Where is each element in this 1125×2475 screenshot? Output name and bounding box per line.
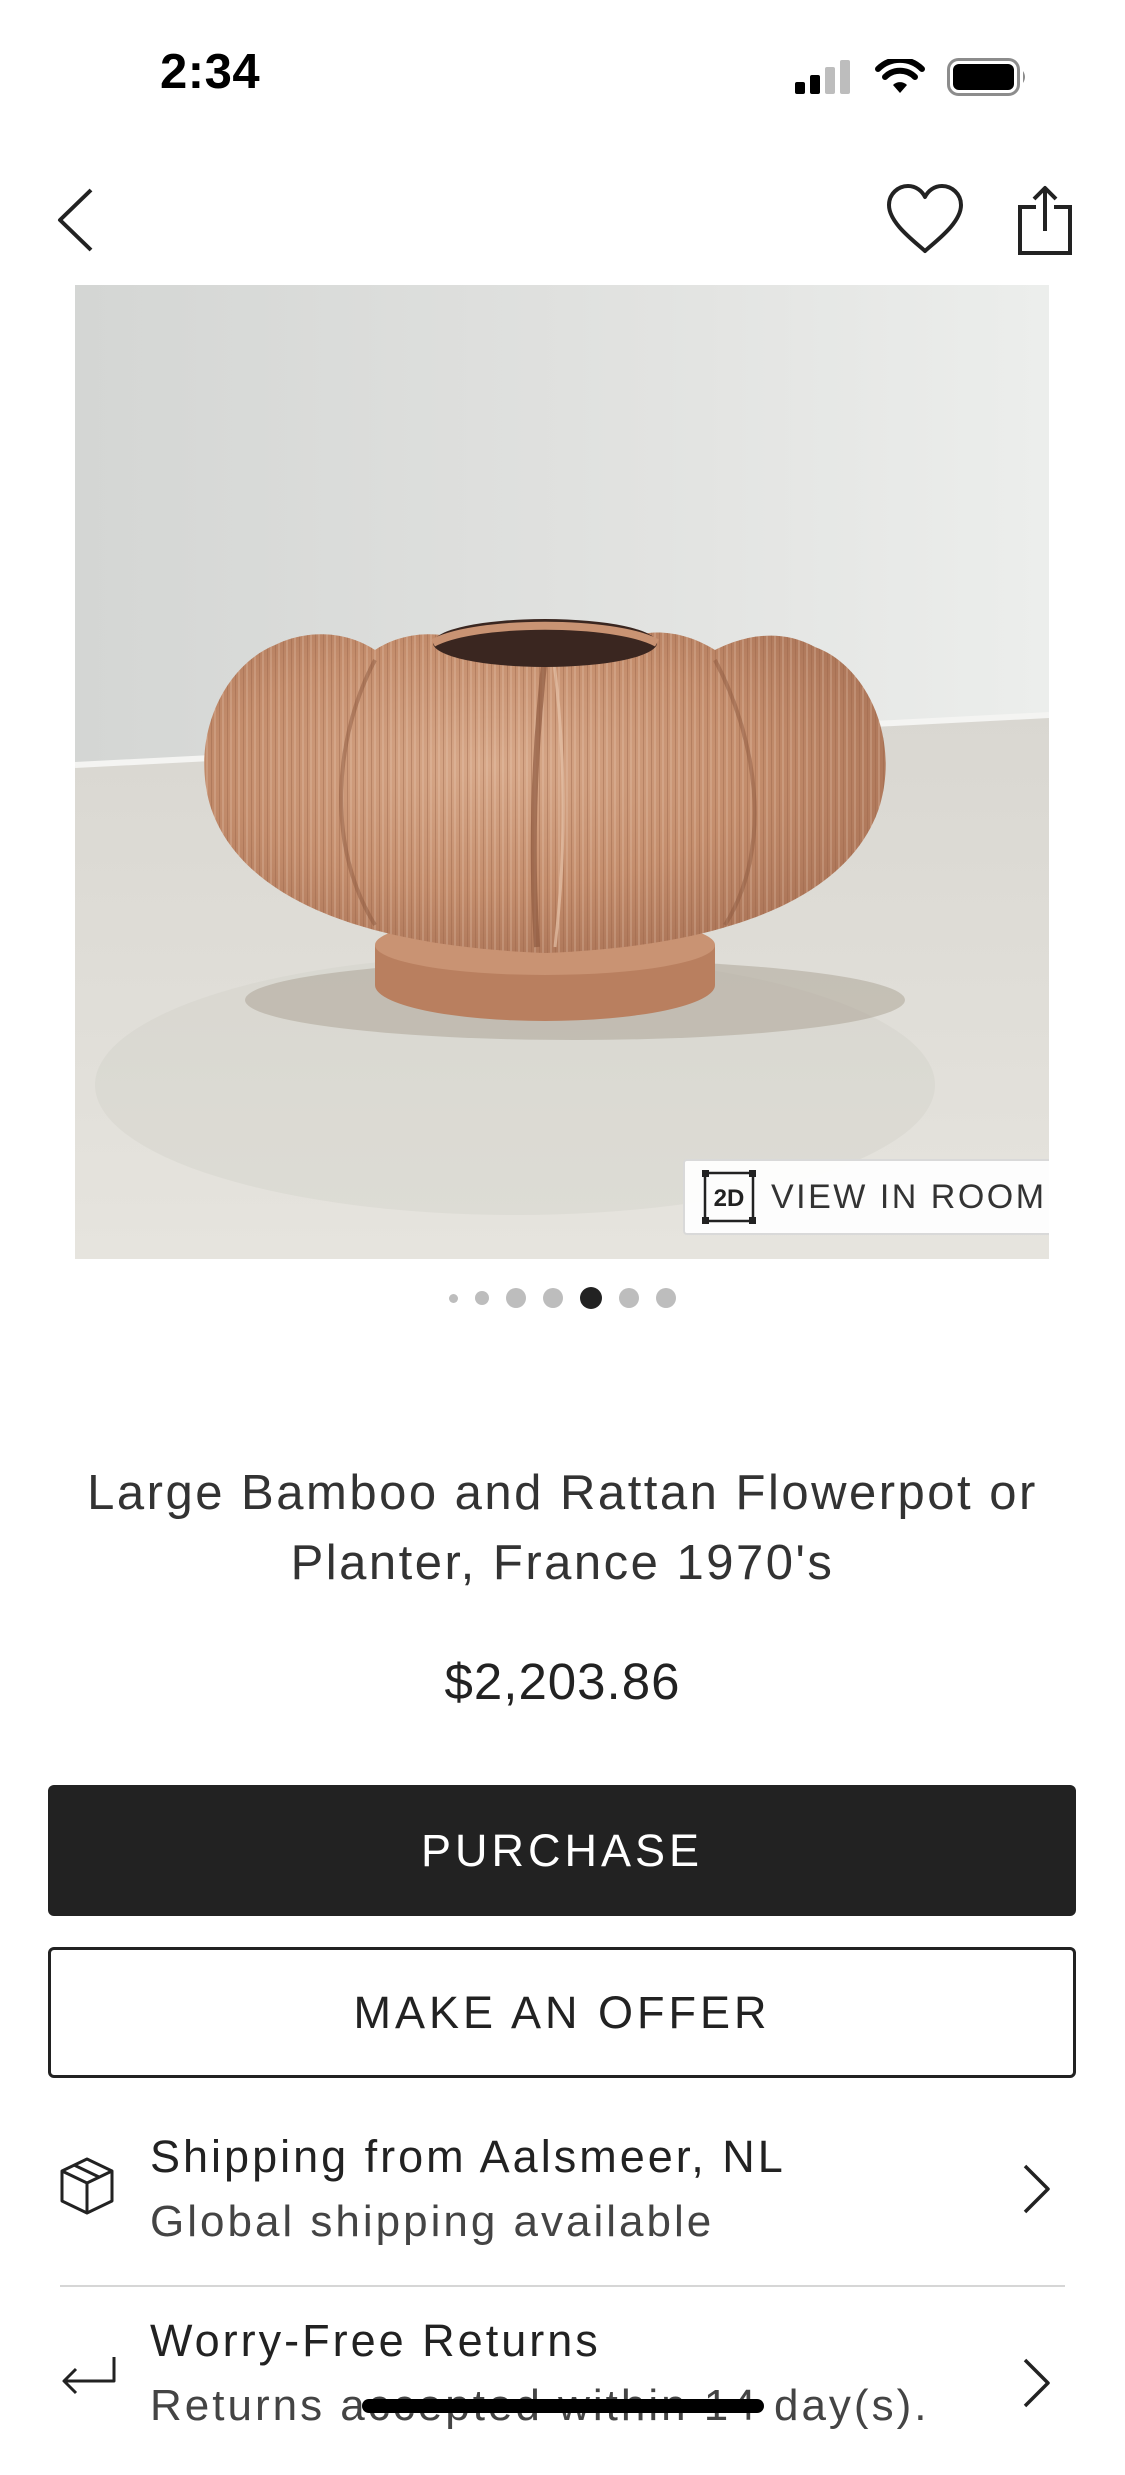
- home-indicator: [362, 2399, 764, 2413]
- make-offer-button[interactable]: MAKE AN OFFER: [48, 1947, 1076, 2078]
- pager-dot[interactable]: [449, 1293, 458, 1303]
- view-in-room-button[interactable]: 2D VIEW IN ROOM: [683, 1159, 1049, 1235]
- view-in-room-label: VIEW IN ROOM: [771, 1177, 1047, 1216]
- cellular-signal-icon: [795, 60, 850, 94]
- back-button[interactable]: [40, 180, 110, 260]
- purchase-button[interactable]: PURCHASE: [48, 1785, 1076, 1916]
- heart-icon: [887, 184, 963, 253]
- shipping-info-row[interactable]: Shipping from Aalsmeer, NL Global shippi…: [0, 2105, 1125, 2285]
- top-nav: [0, 160, 1125, 280]
- pager-dot[interactable]: [543, 1288, 563, 1308]
- planter-photo: [75, 285, 1049, 1259]
- image-pager-dots: [0, 1286, 1125, 1310]
- status-icons: [795, 58, 1029, 96]
- returns-title: Worry-Free Returns: [150, 2315, 601, 2366]
- share-button[interactable]: [1005, 176, 1085, 266]
- view-in-room-2d-text: 2D: [714, 1185, 745, 1212]
- package-box-icon: [60, 2157, 114, 2215]
- return-arrow-icon: [62, 2357, 116, 2395]
- shipping-title: Shipping from Aalsmeer, NL: [150, 2131, 786, 2182]
- pager-dot[interactable]: [506, 1288, 526, 1308]
- wifi-icon: [875, 59, 925, 93]
- status-time: 2:34: [160, 45, 261, 99]
- pager-dot[interactable]: [656, 1288, 676, 1308]
- pager-dot[interactable]: [580, 1287, 602, 1309]
- chevron-left-icon: [58, 188, 93, 252]
- returns-info-row[interactable]: Worry-Free Returns Returns accepted with…: [0, 2295, 1125, 2475]
- chevron-right-icon: [1023, 2164, 1050, 2214]
- status-bar: 2:34: [0, 0, 1125, 140]
- share-icon: [1018, 186, 1072, 255]
- view-in-room-2d-icon: 2D: [702, 1170, 756, 1224]
- product-image[interactable]: 2D VIEW IN ROOM: [75, 285, 1049, 1259]
- battery-icon: [947, 58, 1025, 96]
- chevron-right-icon: [1023, 2358, 1050, 2408]
- divider: [60, 2285, 1065, 2287]
- shipping-subtitle: Global shipping available: [150, 2197, 715, 2246]
- product-price: $2,203.86: [444, 1653, 681, 1710]
- pager-dot[interactable]: [619, 1288, 639, 1308]
- favorite-button[interactable]: [880, 176, 970, 262]
- product-title: Large Bamboo and Rattan Flowerpot or Pla…: [87, 1466, 1038, 1590]
- pager-dot[interactable]: [475, 1291, 489, 1305]
